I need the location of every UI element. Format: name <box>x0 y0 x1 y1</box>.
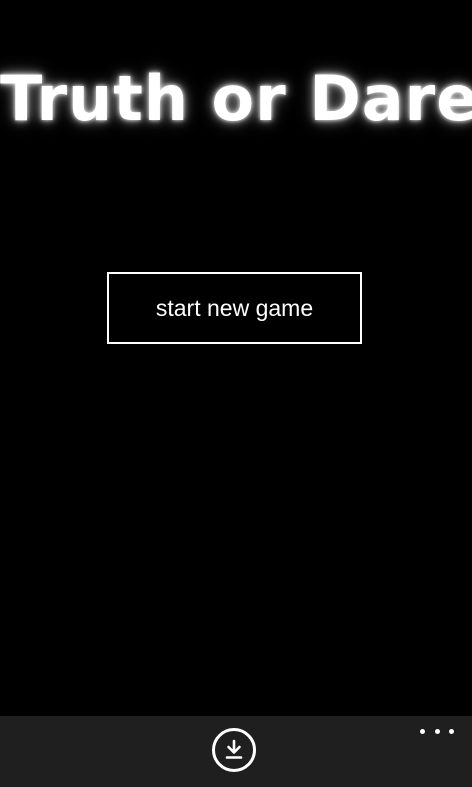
start-new-game-button[interactable]: start new game <box>107 272 362 344</box>
download-button[interactable] <box>212 728 256 772</box>
page-title: Truth or Dare <box>0 62 472 135</box>
app-screen: Truth or Dare start new game <box>0 0 472 787</box>
ellipsis-icon <box>449 728 454 734</box>
ellipsis-icon <box>420 728 425 734</box>
more-options-button[interactable] <box>420 720 454 742</box>
app-bar <box>0 716 472 787</box>
download-icon <box>225 739 243 759</box>
ellipsis-icon <box>434 728 440 734</box>
